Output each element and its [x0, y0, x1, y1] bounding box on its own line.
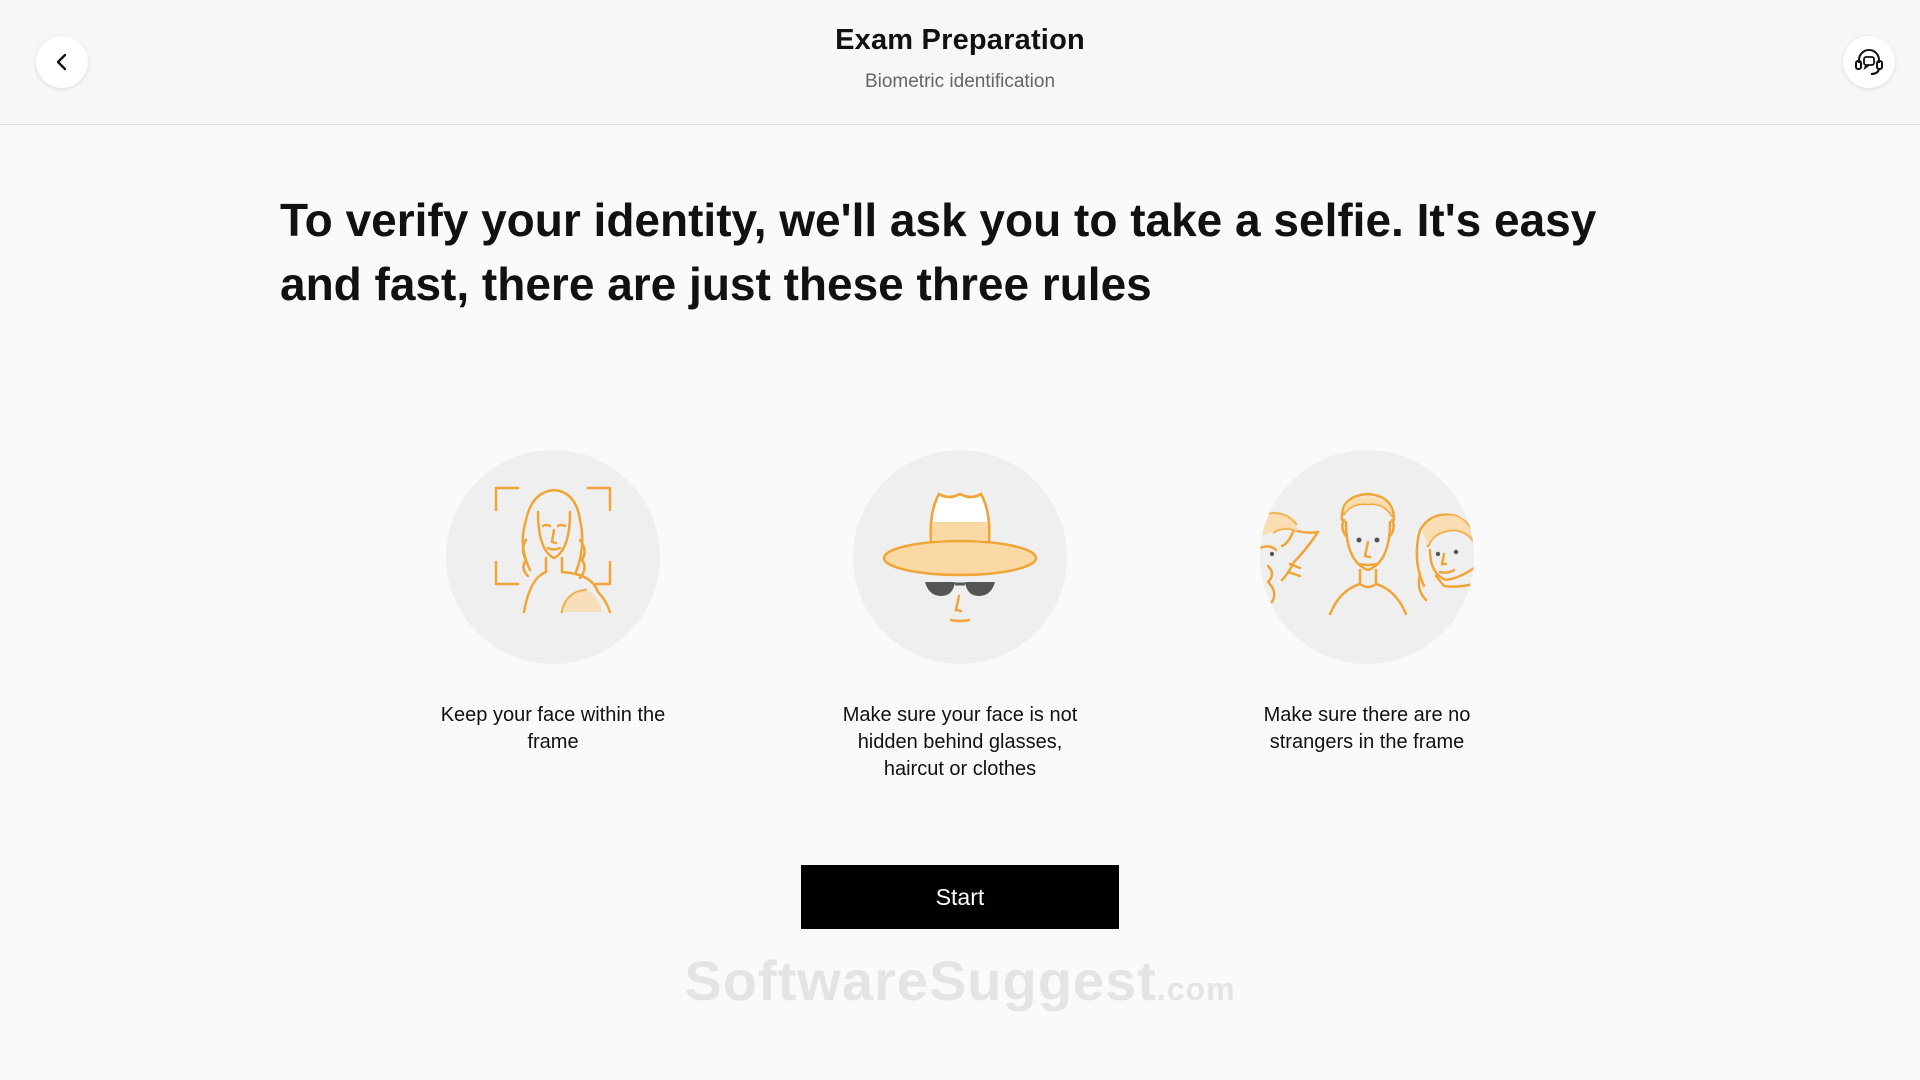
support-button[interactable] — [1843, 36, 1895, 88]
watermark: SoftwareSuggest.com — [0, 948, 1920, 1013]
rule-no-strangers: Make sure there are no strangers in the … — [1217, 450, 1517, 756]
rule-text: Keep your face within the frame — [440, 704, 666, 753]
watermark-text: SoftwareSuggest — [684, 949, 1157, 1012]
headset-support-icon — [1855, 49, 1883, 75]
rule-face-in-frame: Keep your face within the frame — [403, 450, 703, 756]
start-button[interactable]: Start — [801, 865, 1119, 929]
header-titles: Exam Preparation Biometric identificatio… — [0, 24, 1920, 93]
strangers-in-frame-illustration — [1260, 450, 1474, 664]
rule-text: Make sure there are no strangers in the … — [1263, 704, 1471, 753]
page-subtitle: Biometric identification — [864, 71, 1056, 92]
hat-and-sunglasses-illustration — [853, 450, 1067, 664]
top-bar: Exam Preparation Biometric identificatio… — [0, 0, 1920, 125]
rule-text: Make sure your face is not hidden behind… — [842, 704, 1078, 780]
face-in-frame-illustration — [446, 450, 660, 664]
watermark-suffix: .com — [1156, 971, 1236, 1007]
rule-no-obstructions: Make sure your face is not hidden behind… — [810, 450, 1110, 783]
instructions-headline: To verify your identity, we'll ask you t… — [280, 194, 1597, 310]
page-title: Exam Preparation — [835, 24, 1085, 56]
